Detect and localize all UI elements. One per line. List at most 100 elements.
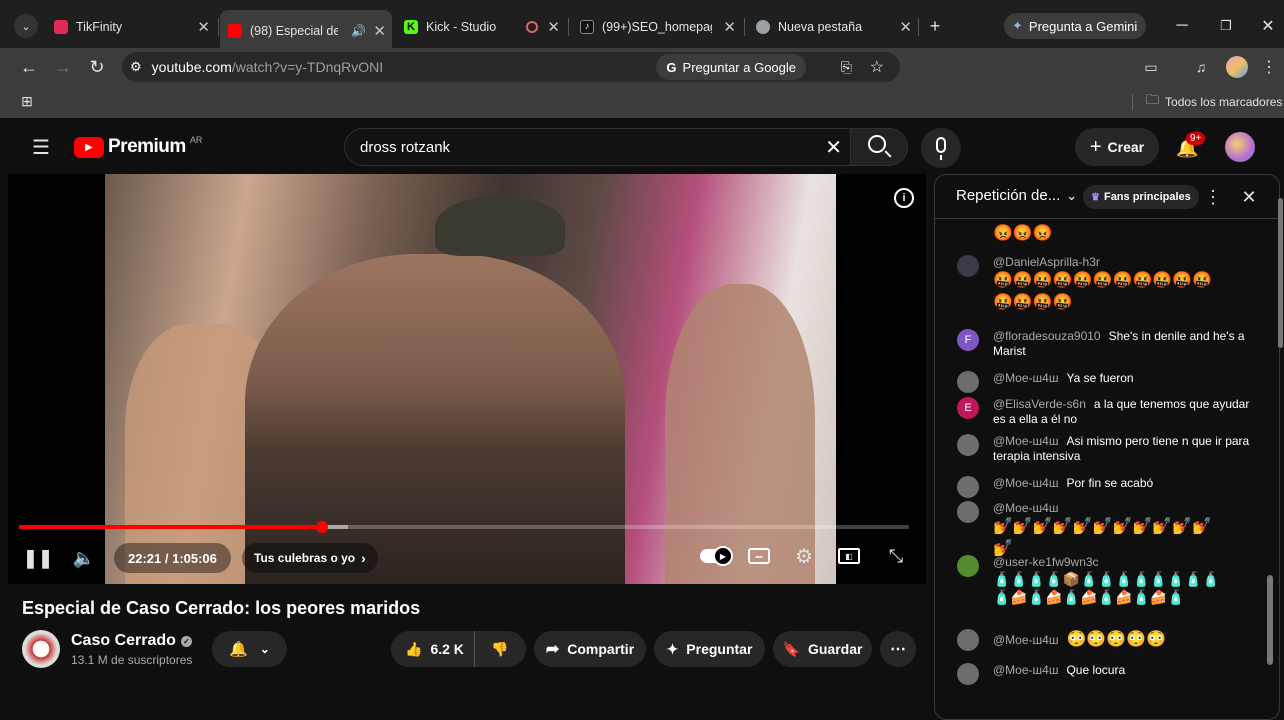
clear-search-icon[interactable]: ✕ — [825, 135, 842, 160]
browser-toolbar: ← → ↻ ⚙ youtube.com/watch?v=y-TDnqRvONI … — [0, 48, 1284, 86]
youtube-logo[interactable]: ▶ Premium AR — [74, 135, 202, 158]
notifications-button[interactable]: 🔔 9+ — [1172, 132, 1206, 162]
all-bookmarks-button[interactable]: 🗀 Todos los marcadores — [1146, 92, 1282, 112]
chat-message: @Moe-ш4ш Por fin se acabó — [957, 476, 1259, 498]
close-icon[interactable]: ✕ — [547, 18, 560, 36]
new-tab-icon[interactable]: + — [924, 14, 946, 38]
pause-icon[interactable]: ❚❚ — [23, 546, 53, 570]
back-icon[interactable]: ← — [18, 56, 40, 78]
media-controls-icon[interactable]: ♫ — [1190, 56, 1212, 78]
subscriber-count: 13.1 M de suscriptores — [71, 653, 193, 667]
save-button[interactable]: 🔖 Guardar — [773, 631, 872, 667]
tab-seo-homepage[interactable]: ♪ (99+)SEO_homepage ✕ — [572, 12, 742, 42]
channel-name[interactable]: Caso Cerrado ✓ — [71, 632, 192, 650]
avatar[interactable] — [957, 476, 979, 498]
chapter-button[interactable]: Tus culebras o yo › — [242, 543, 378, 573]
tab-youtube[interactable]: (98) Especial de C 🔊 ✕ — [220, 10, 392, 52]
close-icon[interactable]: ✕ — [899, 18, 912, 36]
bookmark-icon: 🔖 — [782, 640, 800, 657]
avatar[interactable] — [957, 629, 979, 651]
reload-icon[interactable]: ↻ — [86, 56, 108, 78]
volume-icon[interactable]: 🔈 — [72, 546, 96, 570]
subscribed-bell-button[interactable]: 🔔 ⌄ — [212, 631, 287, 667]
forward-icon[interactable]: → — [52, 56, 74, 78]
avatar[interactable] — [957, 555, 979, 577]
video-title: Especial de Caso Cerrado: los peores mar… — [22, 598, 421, 618]
avatar[interactable] — [957, 434, 979, 456]
profile-avatar[interactable] — [1226, 56, 1248, 78]
tab-new-tab[interactable]: Nueva pestaña ✕ — [748, 12, 918, 42]
tab-tikfinity[interactable]: TikFinity ✕ — [46, 12, 216, 42]
close-icon[interactable]: ✕ — [373, 22, 386, 40]
tab-divider — [218, 18, 219, 36]
address-bar[interactable]: ⚙ youtube.com/watch?v=y-TDnqRvONI G Preg… — [122, 52, 900, 82]
chat-message: @user-ke1fw9wn3c🧴🧴🧴🧴📦🧴🧴🧴🧴🧴🧴🧴🧴🧴🍰🧴🍰🧴🍰🧴🍰🧴🍰🧴 — [957, 555, 1259, 606]
share-icon: ➦ — [545, 641, 560, 658]
fullscreen-icon[interactable]: ⤡ — [884, 544, 908, 568]
browser-menu-icon[interactable]: ⋮ — [1260, 56, 1278, 78]
youtube-page: ☰ ▶ Premium AR dross rotzank ✕ + Crear 🔔… — [0, 118, 1284, 720]
info-icon[interactable]: i — [894, 188, 914, 208]
voice-search-button[interactable] — [921, 128, 961, 168]
restore-icon[interactable]: ❐ — [1214, 14, 1238, 38]
hamburger-menu-icon[interactable]: ☰ — [28, 134, 54, 160]
video-person-right — [665, 284, 815, 584]
minimize-icon[interactable]: ─ — [1170, 14, 1194, 38]
more-actions-button[interactable]: ⋯ — [880, 631, 916, 667]
avatar[interactable]: F — [957, 329, 979, 351]
channel-avatar[interactable] — [22, 630, 60, 668]
chevron-down-icon: ⌄ — [1066, 187, 1078, 203]
dislike-button[interactable]: 👎 — [475, 631, 525, 667]
thumbs-down-icon: 👎 — [491, 640, 509, 657]
install-app-icon[interactable]: ⎘ — [841, 59, 852, 76]
window-close-icon[interactable]: ✕ — [1256, 14, 1280, 38]
chat-mode-dropdown[interactable]: Repetición de... ⌄ — [956, 187, 1077, 204]
apps-grid-icon[interactable]: ⊞ — [18, 92, 36, 110]
settings-gear-icon[interactable]: ⚙ — [792, 544, 816, 568]
page-scrollbar[interactable] — [1278, 198, 1283, 348]
close-icon[interactable]: ✕ — [197, 18, 210, 36]
close-icon[interactable]: ✕ — [723, 18, 736, 36]
chat-message: F @floradesouza9010 She's in denile and h… — [957, 329, 1259, 359]
progress-bar[interactable] — [19, 521, 909, 533]
bookmark-star-icon[interactable]: ☆ — [870, 57, 884, 77]
share-button[interactable]: ➦ Compartir — [534, 631, 646, 667]
avatar[interactable] — [957, 501, 979, 523]
progress-scrubber[interactable] — [315, 521, 328, 533]
tab-search-icon[interactable]: ⌄ — [14, 14, 38, 38]
video-player[interactable]: i ❚❚ 🔈 22:21 / 1:05:06 Tus culebras o yo… — [8, 174, 926, 584]
video-frame[interactable] — [105, 174, 836, 584]
cast-icon[interactable]: ▭ — [1140, 56, 1162, 78]
subtitles-icon[interactable]: ▬ — [748, 548, 770, 564]
sparkle-icon: ✦ — [666, 640, 679, 657]
tikfinity-icon — [54, 20, 68, 34]
like-button[interactable]: 👍 6.2 K — [391, 631, 475, 667]
search-button[interactable] — [850, 128, 908, 166]
chat-message: E @ElisaVerde-s6n a la que tenemos que ay… — [957, 397, 1259, 427]
notification-badge: 9+ — [1186, 132, 1206, 145]
chat-options-icon[interactable]: ⋮ — [1204, 187, 1222, 207]
close-chat-icon[interactable]: ✕ — [1239, 187, 1259, 207]
avatar[interactable] — [957, 371, 979, 393]
tab-kick-studio[interactable]: K Kick - Studio ✕ — [396, 12, 566, 42]
tab-divider — [918, 18, 919, 36]
chat-scrollbar[interactable] — [1267, 575, 1273, 665]
speaker-icon[interactable]: 🔊 — [351, 24, 366, 38]
ask-google-button[interactable]: G Preguntar a Google — [656, 54, 806, 80]
ask-button[interactable]: ✦ Preguntar — [654, 631, 765, 667]
site-info-icon[interactable]: ⚙ — [130, 59, 142, 75]
avatar[interactable] — [957, 255, 979, 277]
chat-message: @Moe-ш4ш Asi mismo pero tiene n que ir pa… — [957, 434, 1259, 464]
avatar[interactable]: E — [957, 397, 979, 419]
theater-mode-icon[interactable]: ◧ — [838, 548, 860, 564]
create-button[interactable]: + Crear — [1075, 128, 1159, 166]
crown-icon: ♛ — [1091, 191, 1100, 203]
autoplay-toggle[interactable]: ▶ — [700, 546, 733, 566]
account-avatar[interactable] — [1225, 132, 1255, 162]
gemini-button[interactable]: ✦ Pregunta a Gemini — [1004, 13, 1146, 39]
search-input[interactable]: dross rotzank ✕ — [344, 128, 850, 166]
top-fans-chip[interactable]: ♛ Fans principales — [1083, 185, 1199, 209]
avatar[interactable] — [957, 663, 979, 685]
tab-divider — [568, 18, 569, 36]
chat-message: @Moe-ш4ш Ya se fueron — [957, 371, 1259, 393]
